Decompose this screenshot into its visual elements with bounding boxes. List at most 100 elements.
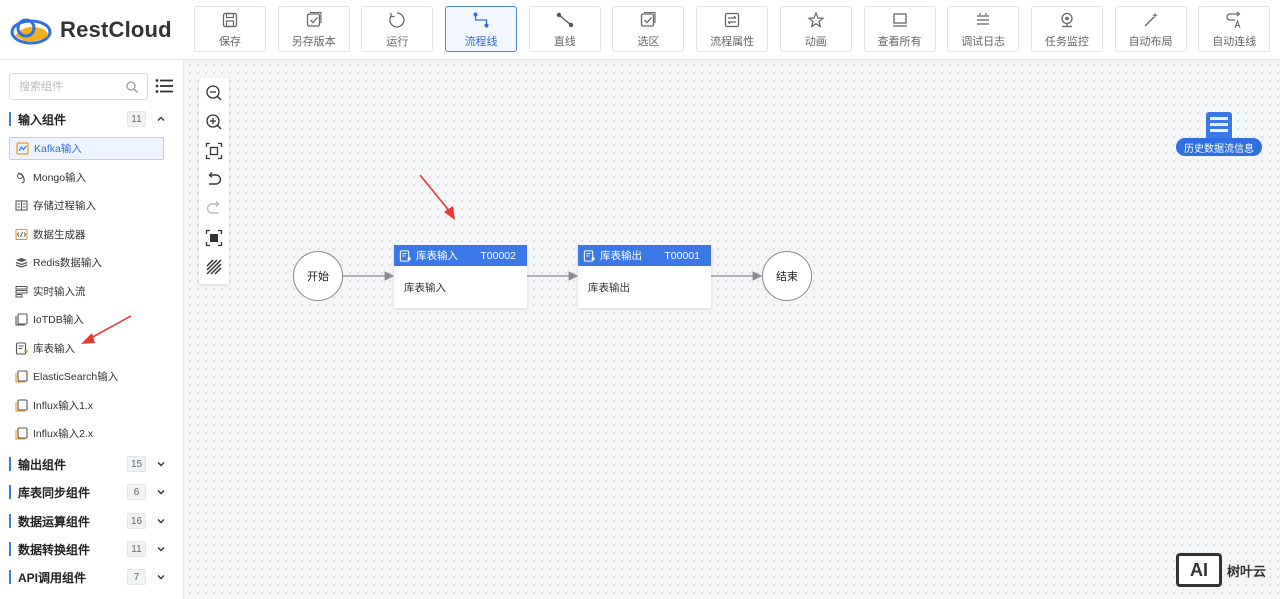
auto-layout-button-label: 自动布局 (1128, 35, 1173, 48)
redo-button[interactable] (204, 199, 224, 219)
list-item-influx1-input[interactable]: Influx输入1.x (9, 394, 164, 417)
version-icon (304, 10, 324, 30)
search-input[interactable] (19, 74, 129, 99)
list-item-iotdb-input[interactable]: IoTDB输入 (9, 308, 164, 331)
hatch-grid-icon (206, 259, 222, 275)
history-label: 历史数据流信息 (1176, 138, 1262, 156)
debug-log-button[interactable]: 调试日志 (947, 6, 1020, 52)
flow-props-icon (722, 10, 742, 30)
auto-layout-button[interactable]: 自动布局 (1114, 6, 1187, 52)
flow-props-button-label: 流程属性 (710, 35, 755, 48)
list-item-realtime-stream[interactable]: 实时输入流 (9, 280, 164, 303)
task-node-header: 库表输入 T00002 (394, 245, 527, 266)
grid-toggle-button[interactable] (204, 257, 224, 277)
list-item-redis-input[interactable]: Redis数据输入 (9, 251, 164, 274)
watermark: AI 树叶云 (1176, 552, 1266, 588)
zoom-in-icon (206, 114, 222, 130)
fit-view-icon (205, 142, 223, 160)
select-area-icon (638, 10, 658, 30)
group-marker (9, 112, 11, 126)
list-item-kafka-input[interactable]: Kafka输入 (9, 137, 164, 160)
run-icon (387, 10, 407, 30)
start-node[interactable]: 开始 (293, 251, 343, 301)
chevron-down-icon[interactable] (156, 487, 166, 497)
canvas-tools (199, 78, 229, 284)
brand-name: RestCloud (60, 17, 172, 42)
group-output-components[interactable]: 输出组件 15 (0, 453, 184, 475)
star-icon (806, 10, 826, 30)
task-node-id: T00002 (480, 249, 516, 262)
group-marker (9, 485, 11, 499)
flow-line-icon (471, 10, 491, 30)
view-all-button[interactable]: 查看所有 (863, 6, 936, 52)
group-data-transform-components[interactable]: 数据转换组件 11 (0, 538, 184, 560)
task-node-body: 库表输出 (588, 282, 630, 294)
undo-icon (208, 172, 222, 185)
group-count: 11 (127, 111, 146, 127)
straight-line-button[interactable]: 直线 (528, 6, 601, 52)
undo-button[interactable] (204, 170, 224, 190)
task-monitor-button[interactable]: 任务监控 (1030, 6, 1103, 52)
list-item-elasticsearch-input[interactable]: ElasticSearch输入 (9, 365, 164, 388)
chevron-down-icon[interactable] (156, 572, 166, 582)
task-node-title: 库表输入 (416, 250, 458, 262)
group-input-components[interactable]: 输入组件 11 (0, 108, 184, 130)
item-label: Mongo输入 (33, 172, 87, 184)
save-button[interactable]: 保存 (194, 6, 266, 52)
list-item-influx2-input[interactable]: Influx输入2.x (9, 422, 164, 445)
item-label: 实时输入流 (33, 286, 86, 298)
flow-line-button[interactable]: 流程线 (445, 6, 518, 52)
group-marker (9, 570, 11, 584)
select-area-button[interactable]: 选区 (612, 6, 685, 52)
group-count: 7 (127, 569, 146, 585)
group-marker (9, 514, 11, 528)
group-count: 11 (127, 541, 146, 557)
influx-icon (15, 399, 28, 412)
search-icon[interactable] (125, 80, 139, 94)
list-item-procedure-input[interactable]: 存储过程输入 (9, 194, 164, 217)
flow-props-button[interactable]: 流程属性 (696, 6, 769, 52)
zoom-in-button[interactable] (204, 112, 224, 132)
run-button-label: 运行 (386, 35, 409, 48)
animation-button[interactable]: 动画 (779, 6, 852, 52)
item-label: Kafka输入 (34, 143, 82, 155)
run-button[interactable]: 运行 (361, 6, 434, 52)
table-output-icon (583, 249, 595, 262)
task-monitor-button-label: 任务监控 (1044, 35, 1089, 48)
save-version-button[interactable]: 另存版本 (277, 6, 350, 52)
task-node-table-input[interactable]: 库表输入 T00002 库表输入 (394, 245, 527, 308)
list-item-mongo-input[interactable]: Mongo输入 (9, 166, 164, 189)
chevron-up-icon[interactable] (156, 114, 166, 124)
group-count: 6 (127, 484, 146, 500)
auto-connect-button-label: 自动连线 (1212, 35, 1257, 48)
group-api-call-components[interactable]: API调用组件 7 (0, 566, 184, 588)
save-button-label: 保存 (219, 35, 241, 48)
component-sidebar: 输入组件 11 Kafka输入 Mongo输入 存储过程输入 数据生成器 Red… (0, 60, 184, 599)
log-icon (973, 10, 993, 30)
list-view-icon[interactable] (155, 78, 173, 94)
group-table-sync-components[interactable]: 库表同步组件 6 (0, 481, 184, 503)
chevron-down-icon[interactable] (156, 544, 166, 554)
view-all-icon (890, 10, 910, 30)
task-node-body: 库表输入 (404, 282, 446, 294)
logo[interactable]: RestCloud (10, 12, 172, 48)
end-node[interactable]: 结束 (762, 251, 812, 301)
group-data-compute-components[interactable]: 数据运算组件 16 (0, 510, 184, 532)
view-all-button-label: 查看所有 (877, 35, 922, 48)
actual-size-icon (205, 229, 223, 247)
toolbar: 保存 另存版本 运行 流程线 直线 选区 流程属性 动画 查看所有 调试日志 任… (194, 6, 1280, 52)
actual-size-button[interactable] (204, 228, 224, 248)
task-node-table-output[interactable]: 库表输出 T00001 库表输出 (578, 245, 711, 308)
flow-canvas[interactable] (186, 61, 1280, 599)
group-marker (9, 542, 11, 556)
fit-view-button[interactable] (204, 141, 224, 161)
list-item-data-generator[interactable]: 数据生成器 (9, 223, 164, 246)
auto-connect-button[interactable]: 自动连线 (1198, 6, 1271, 52)
search-box (9, 73, 148, 100)
list-item-table-input[interactable]: 库表输入 (9, 337, 164, 360)
zoom-out-button[interactable] (204, 83, 224, 103)
history-dataflow-info[interactable]: 历史数据流信息 (1176, 110, 1262, 158)
chevron-down-icon[interactable] (156, 459, 166, 469)
cloud-logo-icon (10, 18, 52, 45)
chevron-down-icon[interactable] (156, 516, 166, 526)
